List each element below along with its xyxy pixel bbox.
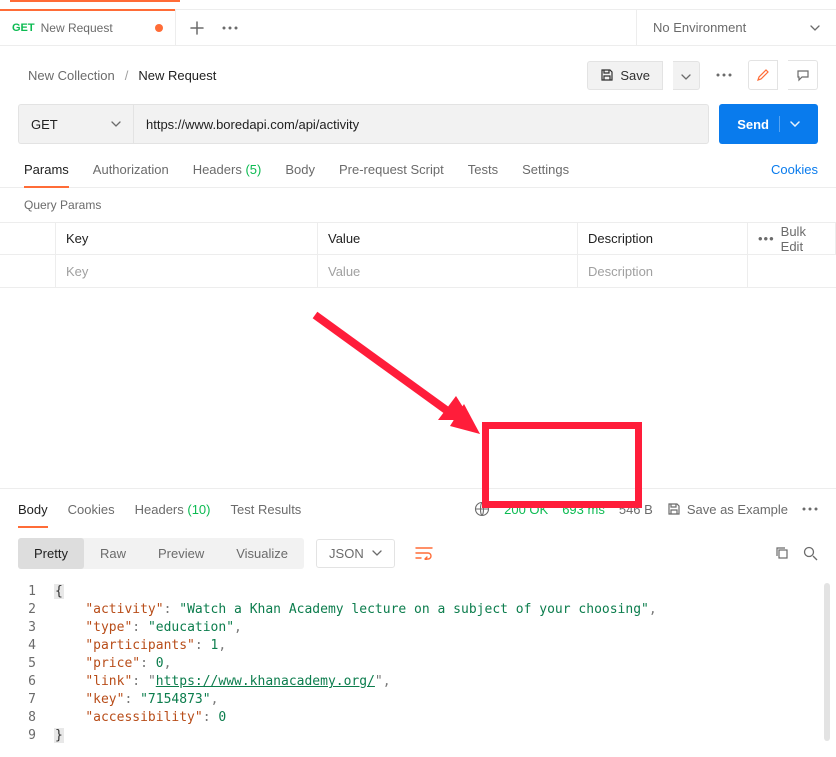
description-input[interactable]: Description: [578, 255, 748, 287]
search-icon: [803, 546, 818, 561]
url-row: GET Send: [0, 104, 836, 144]
breadcrumb-separator: /: [125, 68, 129, 83]
request-tabs: Params Authorization Headers (5) Body Pr…: [0, 144, 836, 188]
copy-response-button[interactable]: [775, 546, 789, 561]
environment-selector[interactable]: No Environment: [636, 10, 836, 45]
chevron-down-icon: [111, 121, 121, 127]
edit-button[interactable]: [748, 60, 778, 90]
col-description: Description: [578, 223, 748, 254]
method-value: GET: [31, 117, 58, 132]
breadcrumb-request[interactable]: New Request: [138, 68, 216, 83]
copy-icon: [775, 546, 789, 560]
tab-bar: GET New Request No Environment: [0, 10, 836, 46]
col-value: Value: [318, 223, 578, 254]
url-input-wrapper: [133, 104, 709, 144]
tab-params[interactable]: Params: [24, 162, 69, 187]
bulk-edit-cell: ••• Bulk Edit: [748, 223, 836, 254]
chevron-down-icon: [790, 121, 800, 127]
response-tab-body[interactable]: Body: [18, 502, 48, 527]
tab-settings[interactable]: Settings: [522, 162, 569, 187]
comment-icon: [796, 68, 810, 82]
wrap-icon: [415, 546, 433, 560]
view-preview[interactable]: Preview: [142, 538, 220, 569]
tab-more-button[interactable]: [222, 26, 238, 30]
wrap-lines-button[interactable]: [407, 537, 441, 569]
status-time: 693 ms: [562, 502, 605, 517]
format-selector[interactable]: JSON: [316, 539, 395, 568]
view-raw[interactable]: Raw: [84, 538, 142, 569]
url-input[interactable]: [146, 117, 696, 132]
send-label: Send: [737, 117, 769, 132]
bulk-edit-button[interactable]: Bulk Edit: [781, 224, 825, 254]
tab-headers[interactable]: Headers (5): [193, 162, 262, 187]
tab-prerequest[interactable]: Pre-request Script: [339, 162, 444, 187]
save-icon: [667, 502, 681, 516]
more-horizontal-icon: [222, 26, 238, 30]
response-body-toolbar: Pretty Raw Preview Visualize JSON: [0, 527, 836, 579]
request-header-row: New Collection / New Request Save: [0, 46, 836, 104]
pencil-icon: [756, 68, 770, 82]
more-horizontal-icon: [802, 507, 818, 511]
method-selector[interactable]: GET: [18, 104, 133, 144]
params-header-row: Key Value Description ••• Bulk Edit: [0, 223, 836, 255]
save-dropdown[interactable]: [673, 61, 700, 90]
chevron-down-icon: [372, 550, 382, 556]
tab-actions: [176, 10, 252, 45]
breadcrumb-collection[interactable]: New Collection: [28, 68, 115, 83]
send-dropdown[interactable]: [779, 116, 800, 132]
send-button[interactable]: Send: [719, 104, 818, 144]
tab-authorization[interactable]: Authorization: [93, 162, 169, 187]
comments-button[interactable]: [788, 60, 818, 90]
save-label: Save: [620, 68, 650, 83]
col-options-button[interactable]: •••: [758, 231, 775, 246]
status-code: 200 OK: [504, 502, 548, 517]
params-table: Key Value Description ••• Bulk Edit Key …: [0, 222, 836, 288]
response-tab-cookies[interactable]: Cookies: [68, 502, 115, 527]
save-icon: [600, 68, 614, 82]
chevron-down-icon: [810, 25, 820, 31]
environment-label: No Environment: [653, 20, 746, 35]
view-mode-segmented: Pretty Raw Preview Visualize: [18, 538, 304, 569]
response-body-code[interactable]: 1{2 "activity": "Watch a Khan Academy le…: [0, 579, 836, 745]
cookies-link[interactable]: Cookies: [771, 162, 818, 187]
request-tab-method: GET: [12, 22, 35, 34]
view-pretty[interactable]: Pretty: [18, 538, 84, 569]
search-response-button[interactable]: [803, 546, 818, 561]
key-input[interactable]: Key: [56, 255, 318, 287]
chevron-down-icon: [681, 74, 691, 80]
response-tab-test-results[interactable]: Test Results: [231, 502, 302, 527]
view-visualize[interactable]: Visualize: [220, 538, 304, 569]
request-tab-active[interactable]: GET New Request: [0, 10, 176, 45]
tab-body[interactable]: Body: [285, 162, 315, 187]
value-input[interactable]: Value: [318, 255, 578, 287]
unsaved-indicator-icon: [155, 24, 163, 32]
col-key: Key: [56, 223, 318, 254]
response-tab-headers[interactable]: Headers (10): [135, 502, 211, 527]
status-size: 546 B: [619, 502, 653, 517]
query-params-label: Query Params: [0, 188, 836, 222]
response-tabs: Body Cookies Headers (10) Test Results 2…: [0, 489, 836, 527]
request-tab-name: New Request: [41, 21, 113, 35]
more-horizontal-icon: [716, 73, 732, 77]
params-empty-row[interactable]: Key Value Description: [0, 255, 836, 287]
network-icon: [474, 501, 490, 517]
request-more-button[interactable]: [716, 73, 732, 77]
new-tab-button[interactable]: [190, 21, 204, 35]
save-button[interactable]: Save: [587, 61, 663, 90]
plus-icon: [190, 21, 204, 35]
save-as-example-button[interactable]: Save as Example: [667, 502, 788, 517]
response-status-bar: 200 OK 693 ms 546 B Save as Example: [474, 501, 818, 527]
tab-tests[interactable]: Tests: [468, 162, 498, 187]
response-more-button[interactable]: [802, 507, 818, 511]
